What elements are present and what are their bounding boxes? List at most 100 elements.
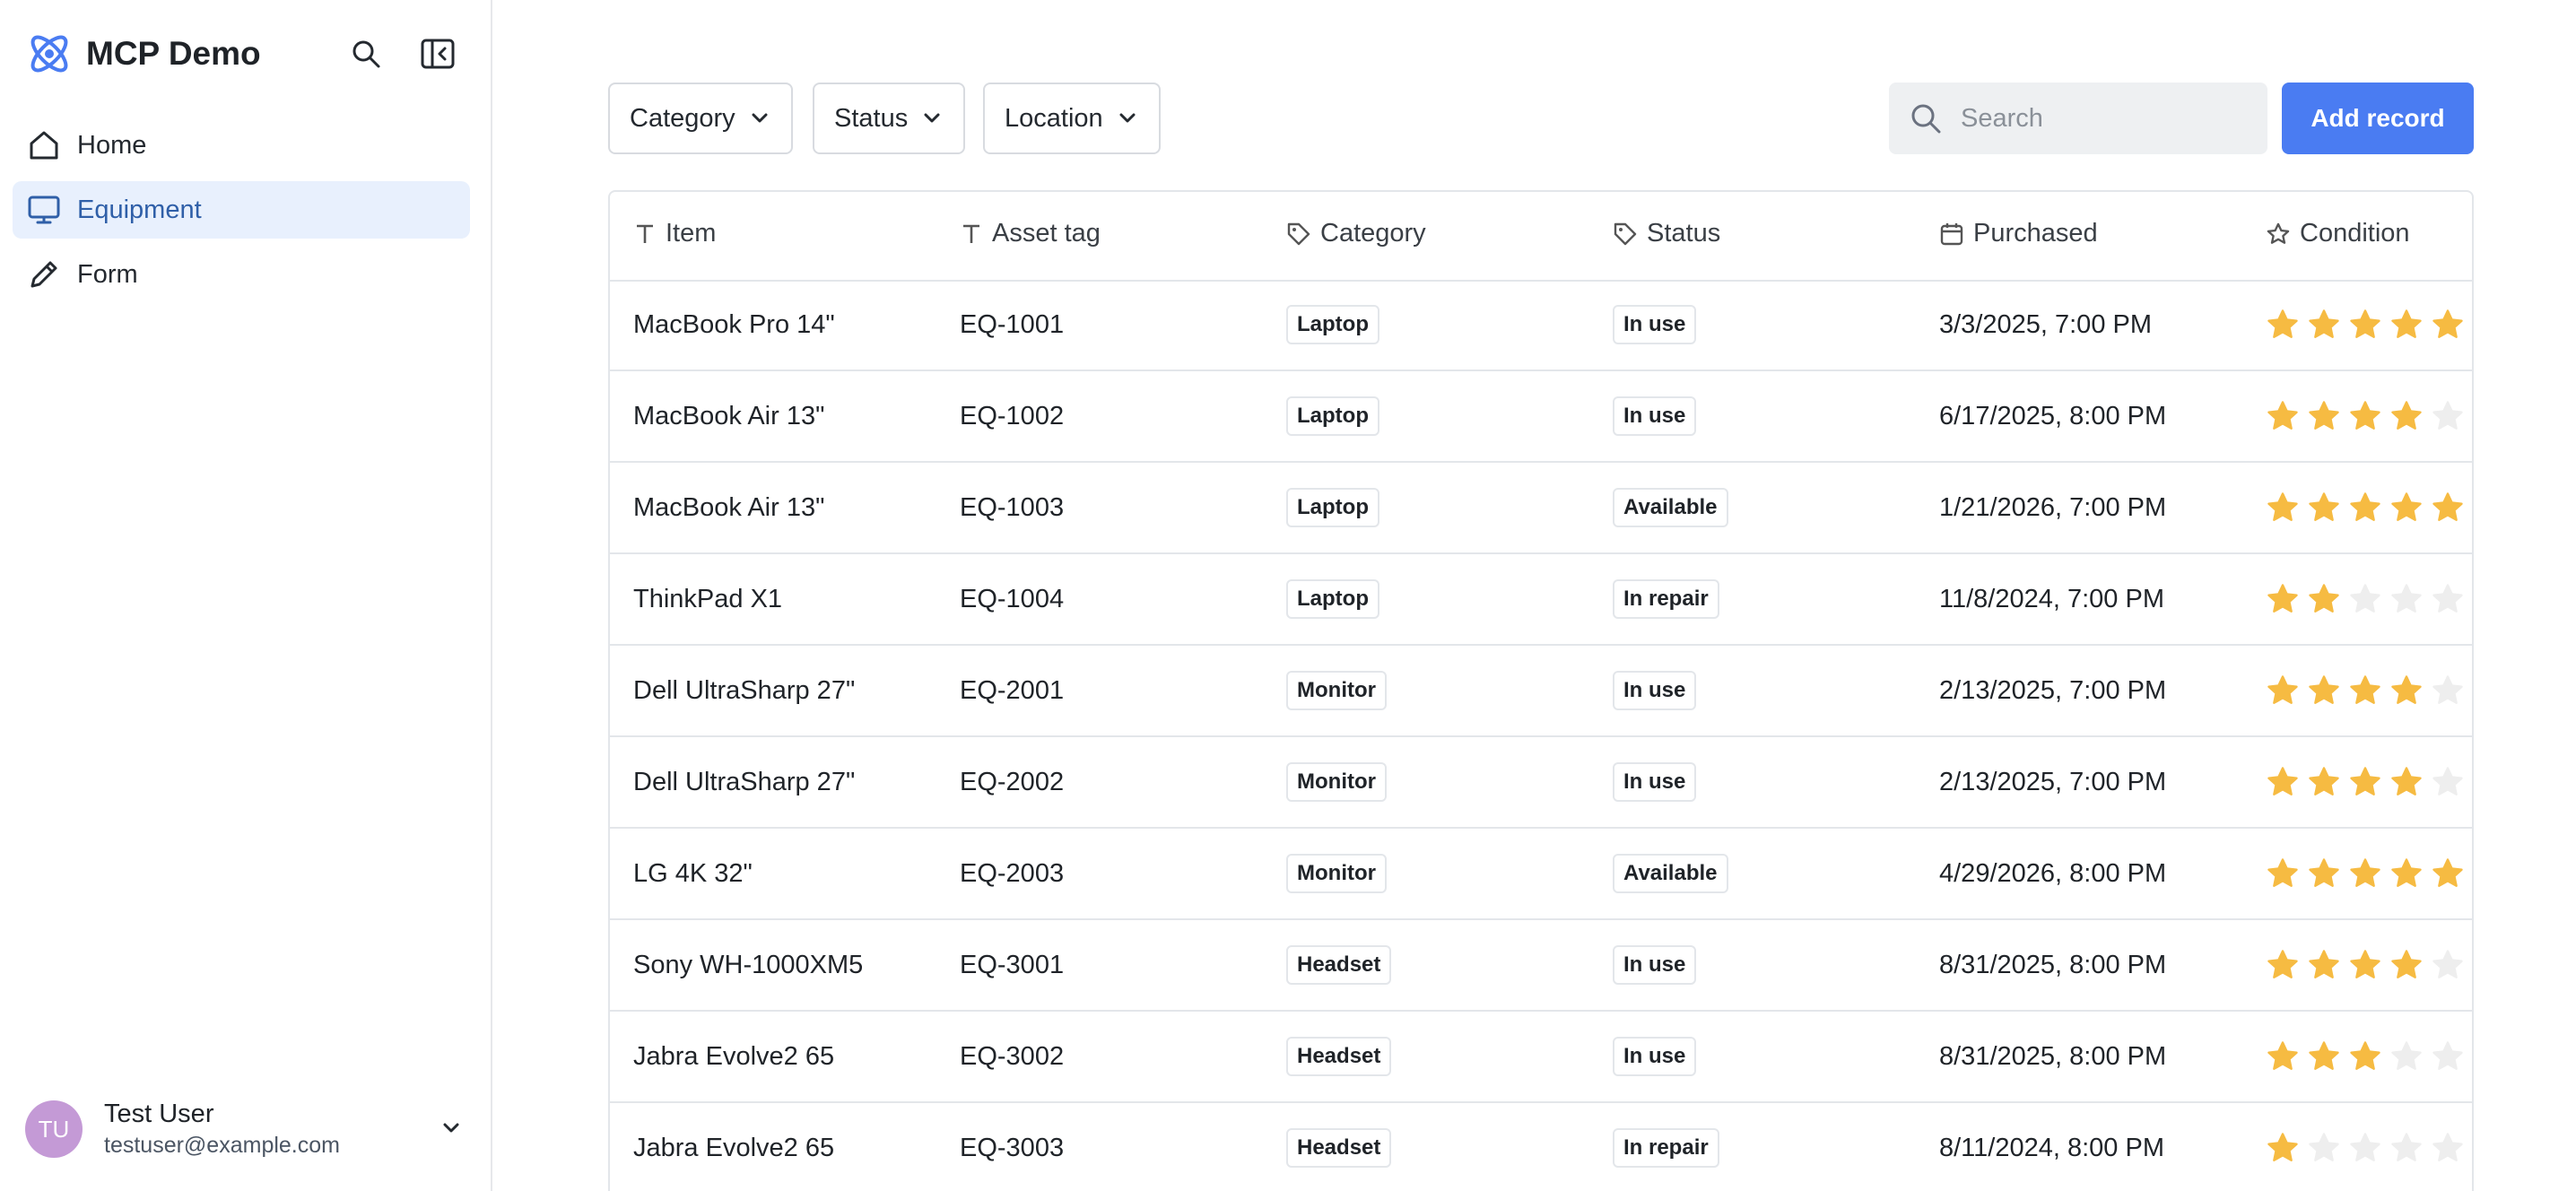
star-empty-icon[interactable] — [2389, 1039, 2424, 1074]
star-filled-icon[interactable] — [2266, 399, 2300, 433]
star-filled-icon[interactable] — [2348, 674, 2382, 708]
condition-cell — [2266, 371, 2465, 461]
star-filled-icon[interactable] — [2307, 308, 2341, 342]
status-cell: In repair — [1613, 554, 1719, 644]
star-filled-icon[interactable] — [2266, 1131, 2300, 1165]
star-filled-icon[interactable] — [2389, 948, 2424, 982]
column-header-condition[interactable]: Condition — [2266, 219, 2410, 248]
star-filled-icon[interactable] — [2348, 1039, 2382, 1074]
star-filled-icon[interactable] — [2307, 948, 2341, 982]
sidebar-item-equipment[interactable]: Equipment — [13, 181, 470, 239]
table-row[interactable]: ThinkPad X1 EQ-1004 Laptop In repair 11/8/20… — [610, 554, 2472, 646]
star-filled-icon[interactable] — [2266, 491, 2300, 525]
star-empty-icon[interactable] — [2431, 765, 2465, 799]
star-empty-icon[interactable] — [2431, 1039, 2465, 1074]
star-empty-icon[interactable] — [2431, 948, 2465, 982]
add-record-button[interactable]: Add record — [2282, 83, 2474, 154]
table-row[interactable]: Sony WH-1000XM5 EQ-3001 Headset In use 8/31/… — [610, 920, 2472, 1012]
star-filled-icon[interactable] — [2266, 1039, 2300, 1074]
star-empty-icon[interactable] — [2431, 582, 2465, 616]
star-rating[interactable] — [2266, 765, 2465, 799]
star-filled-icon[interactable] — [2266, 582, 2300, 616]
star-empty-icon[interactable] — [2307, 1131, 2341, 1165]
star-filled-icon[interactable] — [2431, 856, 2465, 891]
column-header-item[interactable]: Item — [633, 219, 716, 248]
star-filled-icon[interactable] — [2348, 856, 2382, 891]
star-filled-icon[interactable] — [2389, 399, 2424, 433]
star-filled-icon[interactable] — [2348, 948, 2382, 982]
star-filled-icon[interactable] — [2348, 491, 2382, 525]
column-header-category[interactable]: Category — [1286, 219, 1426, 248]
star-rating[interactable] — [2266, 1131, 2465, 1165]
star-rating[interactable] — [2266, 582, 2465, 616]
star-filled-icon[interactable] — [2307, 491, 2341, 525]
star-filled-icon[interactable] — [2307, 399, 2341, 433]
collapse-sidebar-icon[interactable] — [416, 32, 459, 75]
sidebar-item-home[interactable]: Home — [13, 117, 470, 174]
star-filled-icon[interactable] — [2307, 1039, 2341, 1074]
star-rating[interactable] — [2266, 1039, 2465, 1074]
star-filled-icon[interactable] — [2266, 765, 2300, 799]
star-rating[interactable] — [2266, 491, 2465, 525]
user-menu[interactable]: TU Test User testuser@example.com — [25, 1099, 465, 1160]
star-empty-icon[interactable] — [2431, 399, 2465, 433]
purchased-cell-value: 6/17/2025, 8:00 PM — [1939, 401, 2167, 430]
sidebar-item-form[interactable]: Form — [13, 246, 470, 303]
star-filled-icon[interactable] — [2389, 308, 2424, 342]
star-empty-icon[interactable] — [2389, 582, 2424, 616]
star-filled-icon[interactable] — [2266, 948, 2300, 982]
column-header-asset-tag[interactable]: Asset tag — [960, 219, 1101, 248]
table-row[interactable]: MacBook Air 13" EQ-1003 Laptop Available 1/2… — [610, 463, 2472, 554]
star-filled-icon[interactable] — [2389, 765, 2424, 799]
star-filled-icon[interactable] — [2431, 491, 2465, 525]
star-filled-icon[interactable] — [2389, 491, 2424, 525]
star-filled-icon[interactable] — [2266, 856, 2300, 891]
star-filled-icon[interactable] — [2348, 399, 2382, 433]
search-icon[interactable] — [344, 32, 387, 75]
table-row[interactable]: Dell UltraSharp 27" EQ-2001 Monitor In use 2… — [610, 646, 2472, 737]
star-rating[interactable] — [2266, 948, 2465, 982]
table-row[interactable]: MacBook Air 13" EQ-1002 Laptop In use 6/17/2… — [610, 371, 2472, 463]
location-filter-button[interactable]: Location — [983, 83, 1161, 154]
item-cell-value: LG 4K 32" — [633, 858, 753, 888]
star-rating[interactable] — [2266, 674, 2465, 708]
category-filter-button[interactable]: Category — [608, 83, 793, 154]
status-filter-button[interactable]: Status — [813, 83, 966, 154]
category-cell-value: Monitor — [1286, 762, 1387, 802]
star-filled-icon[interactable] — [2348, 765, 2382, 799]
condition-cell — [2266, 920, 2465, 1010]
star-filled-icon[interactable] — [2307, 674, 2341, 708]
star-empty-icon[interactable] — [2348, 1131, 2382, 1165]
star-empty-icon[interactable] — [2431, 1131, 2465, 1165]
table-row[interactable]: Jabra Evolve2 65 EQ-3003 Headset In repair 8… — [610, 1103, 2472, 1191]
search-box[interactable] — [1889, 83, 2267, 154]
star-empty-icon[interactable] — [2431, 674, 2465, 708]
star-empty-icon[interactable] — [2348, 582, 2382, 616]
star-filled-icon[interactable] — [2348, 308, 2382, 342]
search-input[interactable] — [1959, 102, 2232, 135]
category-cell: Monitor — [1286, 646, 1387, 735]
condition-cell — [2266, 280, 2465, 369]
table-row[interactable]: LG 4K 32" EQ-2003 Monitor Available 4/29/202… — [610, 829, 2472, 920]
star-filled-icon[interactable] — [2266, 308, 2300, 342]
star-filled-icon[interactable] — [2431, 308, 2465, 342]
star-filled-icon[interactable] — [2307, 856, 2341, 891]
star-rating[interactable] — [2266, 399, 2465, 433]
star-empty-icon[interactable] — [2389, 1131, 2424, 1165]
column-header-purchased[interactable]: Purchased — [1939, 219, 2098, 248]
star-filled-icon[interactable] — [2307, 765, 2341, 799]
table-row[interactable]: Dell UltraSharp 27" EQ-2002 Monitor In use 2… — [610, 737, 2472, 829]
purchased-cell-value: 1/21/2026, 7:00 PM — [1939, 492, 2167, 522]
star-rating[interactable] — [2266, 308, 2465, 342]
table-row[interactable]: Jabra Evolve2 65 EQ-3002 Headset In use 8/31… — [610, 1012, 2472, 1103]
star-filled-icon[interactable] — [2389, 856, 2424, 891]
star-filled-icon[interactable] — [2307, 582, 2341, 616]
condition-cell — [2266, 829, 2465, 918]
star-filled-icon[interactable] — [2266, 674, 2300, 708]
atom-logo-icon — [25, 30, 74, 78]
star-filled-icon[interactable] — [2389, 674, 2424, 708]
table-row[interactable]: MacBook Pro 14" EQ-1001 Laptop In use 3/3/20… — [610, 280, 2472, 371]
sidebar-item-label: Form — [77, 259, 138, 289]
star-rating[interactable] — [2266, 856, 2465, 891]
column-header-status[interactable]: Status — [1613, 219, 1720, 248]
